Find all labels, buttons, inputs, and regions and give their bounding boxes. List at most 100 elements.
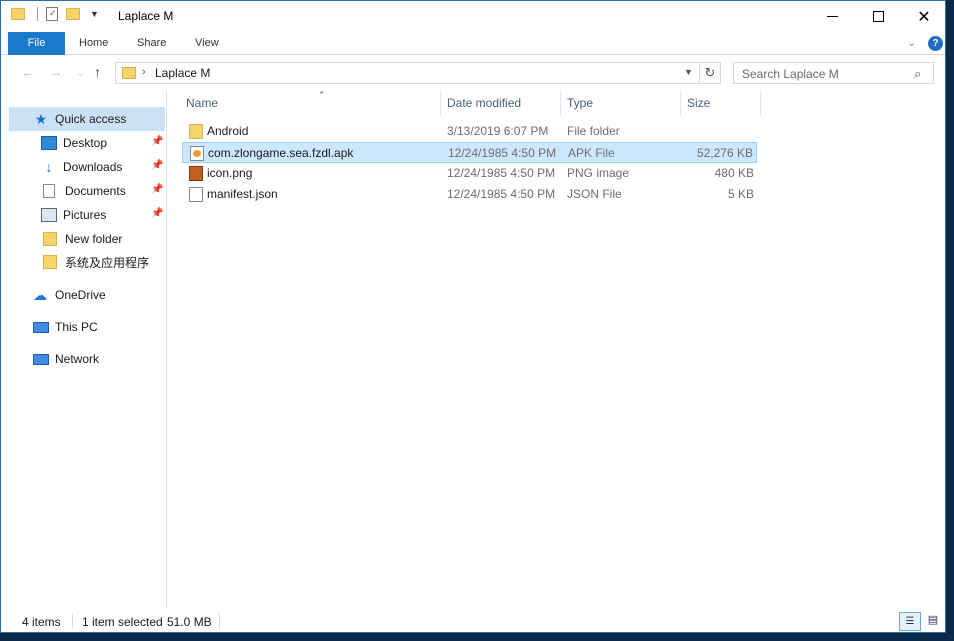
file-date: 3/13/2019 6:07 PM bbox=[447, 124, 549, 138]
sidebar-item-label: Network bbox=[55, 352, 100, 366]
selection-size: 51.0 MB bbox=[167, 615, 212, 629]
ribbon-tabs: File Home Share View ⌄ ? bbox=[1, 32, 945, 55]
tab-view[interactable]: View bbox=[187, 32, 227, 55]
file-type: PNG image bbox=[567, 166, 630, 180]
file-name: Android bbox=[207, 124, 249, 138]
address-bar[interactable]: › Laplace M ▼ bbox=[115, 62, 700, 84]
recent-locations-chevron-icon[interactable]: ⌄ bbox=[77, 68, 85, 79]
sidebar-item-this-pc[interactable]: This PC bbox=[9, 315, 165, 339]
sidebar-item-pictures[interactable]: Pictures 📌 bbox=[9, 203, 165, 227]
expand-ribbon-chevron-icon[interactable]: ⌄ bbox=[907, 36, 916, 49]
item-count: 4 items bbox=[22, 615, 61, 629]
network-icon bbox=[33, 353, 49, 365]
file-name: icon.png bbox=[207, 166, 253, 180]
sidebar-item-label: Quick access bbox=[55, 112, 127, 126]
navigation-bar: ← → ⌄ ↑ › Laplace M ▼ ↻ Search Laplace M… bbox=[1, 56, 945, 90]
pin-icon[interactable]: 📌 bbox=[151, 184, 163, 195]
help-icon[interactable]: ? bbox=[928, 36, 943, 51]
tab-share[interactable]: Share bbox=[129, 32, 174, 55]
close-button[interactable]: ✕ bbox=[901, 1, 945, 32]
status-bar: 4 items 1 item selected 51.0 MB ☰ ▤ bbox=[1, 608, 945, 632]
pin-icon[interactable]: 📌 bbox=[151, 208, 163, 219]
sidebar-item-label: Pictures bbox=[63, 208, 107, 222]
properties-icon[interactable] bbox=[46, 7, 58, 21]
file-date: 12/24/1985 4:50 PM bbox=[447, 166, 556, 180]
file-row[interactable]: com.zlongame.sea.fzdl.apk 12/24/1985 4:5… bbox=[182, 142, 757, 163]
sidebar-item-label: 系统及应用程序 bbox=[65, 255, 150, 270]
folder-icon bbox=[189, 124, 203, 139]
computer-icon bbox=[33, 321, 49, 333]
quick-access-toolbar: ▼ bbox=[11, 7, 99, 21]
breadcrumb-chevron-icon[interactable]: › bbox=[142, 66, 146, 78]
json-file-icon bbox=[189, 187, 203, 202]
column-header-label: Name bbox=[186, 96, 219, 110]
up-button[interactable]: ↑ bbox=[94, 64, 101, 80]
status-divider bbox=[72, 613, 73, 629]
file-name: manifest.json bbox=[207, 187, 278, 201]
minimize-button[interactable] bbox=[809, 1, 855, 32]
forward-button[interactable]: → bbox=[49, 64, 63, 80]
sidebar-item-label: New folder bbox=[65, 232, 123, 246]
file-list: ⌃ Name Date modified Type Size Android 3… bbox=[168, 90, 938, 608]
sidebar-item-documents[interactable]: Documents 📌 bbox=[9, 179, 165, 203]
breadcrumb-current[interactable]: Laplace M bbox=[155, 66, 210, 80]
download-icon: ↓ bbox=[45, 159, 53, 175]
desktop-icon bbox=[41, 136, 57, 150]
file-row[interactable]: Android 3/13/2019 6:07 PM File folder bbox=[182, 121, 757, 142]
column-header-name[interactable]: ⌃ Name bbox=[180, 90, 441, 116]
toolbar-divider bbox=[37, 7, 38, 21]
tab-file[interactable]: File bbox=[8, 32, 65, 55]
back-button[interactable]: ← bbox=[21, 64, 35, 80]
new-folder-icon[interactable] bbox=[66, 8, 80, 20]
file-type: File folder bbox=[567, 124, 620, 138]
folder-icon bbox=[43, 255, 57, 269]
tab-home[interactable]: Home bbox=[71, 32, 116, 55]
file-row[interactable]: icon.png 12/24/1985 4:50 PM PNG image 48… bbox=[182, 163, 757, 184]
file-name: com.zlongame.sea.fzdl.apk bbox=[208, 146, 354, 160]
sidebar-item-label: This PC bbox=[55, 320, 98, 334]
sidebar-item-label: Desktop bbox=[63, 136, 108, 150]
window-title: Laplace M bbox=[118, 9, 174, 23]
column-header-size[interactable]: Size bbox=[681, 90, 761, 116]
pin-icon[interactable]: 📌 bbox=[151, 136, 163, 147]
sidebar-item-downloads[interactable]: ↓ Downloads 📌 bbox=[9, 155, 165, 179]
minimize-icon bbox=[826, 16, 838, 17]
large-icons-view-button[interactable]: ▤ bbox=[923, 612, 943, 631]
navigation-pane: ★ Quick access Desktop 📌 ↓ Downloads 📌 D… bbox=[1, 90, 167, 608]
close-icon: ✕ bbox=[917, 8, 931, 26]
file-row[interactable]: manifest.json 12/24/1985 4:50 PM JSON Fi… bbox=[182, 184, 757, 205]
column-header-type[interactable]: Type bbox=[561, 90, 681, 116]
pin-icon[interactable]: 📌 bbox=[151, 160, 163, 171]
file-date: 12/24/1985 4:50 PM bbox=[447, 187, 556, 201]
maximize-icon bbox=[872, 11, 884, 22]
explorer-window: ▼ Laplace M ✕ File Home Share View ⌄ ? ←… bbox=[0, 0, 946, 633]
sidebar-item-system-apps[interactable]: 系统及应用程序 bbox=[9, 250, 165, 274]
selection-count: 1 item selected bbox=[82, 615, 163, 629]
maximize-button[interactable] bbox=[855, 1, 901, 32]
sidebar-item-network[interactable]: Network bbox=[9, 347, 165, 371]
search-input[interactable]: Search Laplace M ⌕ bbox=[733, 62, 934, 84]
desktop-background bbox=[946, 0, 954, 641]
sidebar-item-label: Downloads bbox=[63, 160, 123, 174]
file-type: APK File bbox=[568, 146, 615, 160]
sidebar-item-label: Documents bbox=[65, 184, 126, 198]
folder-icon bbox=[122, 67, 136, 79]
search-icon: ⌕ bbox=[914, 66, 922, 81]
title-bar: ▼ Laplace M ✕ bbox=[1, 1, 945, 32]
sidebar-item-onedrive[interactable]: ☁ OneDrive bbox=[9, 283, 165, 307]
sidebar-item-desktop[interactable]: Desktop 📌 bbox=[9, 131, 165, 155]
column-header-date[interactable]: Date modified bbox=[441, 90, 561, 116]
star-icon: ★ bbox=[34, 111, 48, 127]
details-view-button[interactable]: ☰ bbox=[899, 612, 921, 631]
pictures-icon bbox=[41, 208, 57, 222]
refresh-button[interactable]: ↻ bbox=[700, 62, 721, 84]
file-size: 480 KB bbox=[714, 166, 754, 180]
customize-toolbar-chevron-icon[interactable]: ▼ bbox=[90, 9, 99, 19]
folder-icon bbox=[43, 232, 57, 246]
file-size: 5 KB bbox=[727, 187, 754, 201]
onedrive-cloud-icon: ☁ bbox=[33, 287, 47, 303]
apk-file-icon bbox=[190, 146, 204, 161]
sidebar-item-quick-access[interactable]: ★ Quick access bbox=[9, 107, 165, 131]
sidebar-item-new-folder[interactable]: New folder bbox=[9, 227, 165, 251]
address-dropdown-chevron-icon[interactable]: ▼ bbox=[684, 67, 693, 77]
